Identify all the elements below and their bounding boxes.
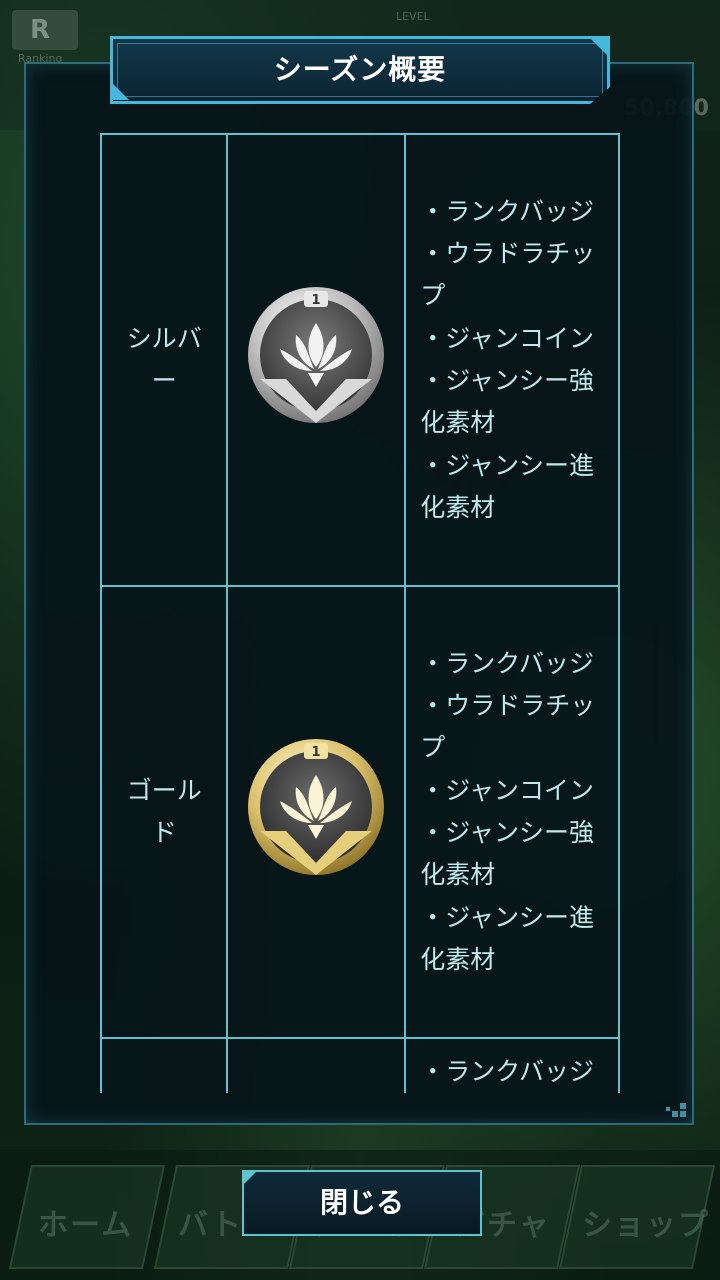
- list-item: ・ジャンシー進化素材: [420, 902, 594, 974]
- table-row: ゴールド 1 ・ランクバッジ ・ウラドラチップ ・ジャンコイン ・ジャンシー強化…: [100, 585, 620, 1039]
- close-button-corner: [244, 1172, 256, 1184]
- badge-cell: [226, 1037, 407, 1093]
- background-level-label: LEVEL: [396, 10, 430, 23]
- table-scrollbar[interactable]: [653, 624, 658, 744]
- rewards-list: ・ランクバッジ ・ウラドラチップ ・ジャンコイン ・ジャンシー強化素材 ・ジャン…: [420, 643, 608, 981]
- badge-number: 1: [312, 745, 321, 760]
- nav-label-home: ホーム: [38, 1208, 134, 1243]
- corner-decoration: [662, 1093, 686, 1117]
- badge-cell: 1: [226, 133, 407, 587]
- badge-number: 1: [312, 293, 321, 308]
- rewards-cell: ・ランクバッジ: [404, 1037, 620, 1093]
- rank-reward-table: シルバー 1 ・ランクバッジ ・ウラドラチップ ・ジャンコイン ・ジャンシー強化…: [100, 133, 620, 1093]
- list-item: ・ジャンシー強化素材: [420, 366, 594, 438]
- list-item: ・ウラドラチップ: [420, 691, 596, 763]
- rank-name: シルバー: [126, 324, 202, 395]
- table-row: シルバー 1 ・ランクバッジ ・ウラドラチップ ・ジャンコイン ・ジャンシー強化…: [100, 133, 620, 587]
- list-item: ・ランクバッジ: [420, 196, 594, 226]
- dialog-title: シーズン概要: [273, 53, 447, 86]
- rank-name-cell: ゴールド: [100, 585, 229, 1039]
- background-rank-icon: R: [12, 10, 78, 50]
- list-item: ・ジャンコイン: [420, 323, 594, 353]
- gold-lotus-badge-icon: 1: [248, 739, 385, 875]
- close-button[interactable]: 閉じる: [242, 1170, 482, 1236]
- rewards-cell: ・ランクバッジ ・ウラドラチップ ・ジャンコイン ・ジャンシー強化素材 ・ジャン…: [404, 585, 620, 1039]
- badge-cell: 1: [226, 585, 407, 1039]
- list-item: ・ランクバッジ: [420, 648, 594, 678]
- rank-name: ゴールド: [126, 776, 202, 847]
- rewards-list: ・ランクバッジ ・ウラドラチップ ・ジャンコイン ・ジャンシー強化素材 ・ジャン…: [420, 191, 608, 529]
- list-item: ・ウラドラチップ: [420, 239, 596, 311]
- list-item: ・ジャンシー進化素材: [420, 450, 594, 522]
- rewards-list: ・ランクバッジ: [420, 1051, 608, 1093]
- nav-label-shop: ショップ: [582, 1208, 710, 1243]
- list-item: ・ランクバッジ: [420, 1057, 594, 1086]
- rank-reward-table-viewport[interactable]: シルバー 1 ・ランクバッジ ・ウラドラチップ ・ジャンコイン ・ジャンシー強化…: [100, 133, 620, 1093]
- list-item: ・ジャンシー強化素材: [420, 818, 594, 890]
- rank-name-cell: [100, 1037, 229, 1093]
- list-item: ・ジャンコイン: [420, 775, 594, 805]
- silver-lotus-badge-icon: 1: [248, 287, 385, 423]
- rewards-cell: ・ランクバッジ ・ウラドラチップ ・ジャンコイン ・ジャンシー強化素材 ・ジャン…: [404, 133, 620, 587]
- table-row: ・ランクバッジ: [100, 1037, 620, 1093]
- rank-name-cell: シルバー: [100, 133, 229, 587]
